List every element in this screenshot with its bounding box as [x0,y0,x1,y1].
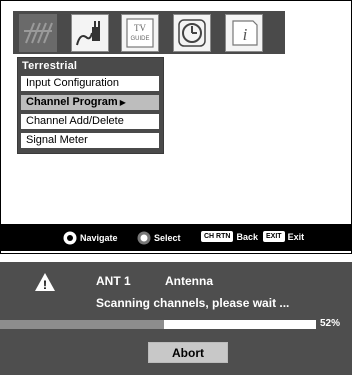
menu-item-label: Signal Meter [26,134,88,146]
select-hint: Select [137,231,181,245]
menu-icon-bar: TV GUIDE i [13,11,285,54]
scan-progress-bar [0,320,316,329]
menu-item-label: Input Configuration [26,77,119,89]
abort-button[interactable]: Abort [148,342,228,363]
menu-item-input-configuration[interactable]: Input Configuration [21,76,159,91]
select-button-icon [137,231,151,245]
svg-text:!: ! [43,278,47,292]
clock-icon[interactable] [173,14,211,52]
svg-text:i: i [243,25,248,44]
menu-item-channel-program[interactable]: Channel Program ▶ [21,95,159,110]
channel-scan-dialog: ! ANT 1 Antenna Scanning channels, pleas… [0,262,352,375]
info-icon[interactable]: i [225,14,263,52]
submenu-arrow-icon: ▶ [119,98,126,107]
menu-item-label: Channel Add/Delete [26,115,124,127]
input-name: ANT 1 [96,274,131,288]
menu-item-label: Channel Program [26,96,118,108]
input-type: Antenna [165,274,213,288]
menu-item-channel-add-delete[interactable]: Channel Add/Delete [21,114,159,129]
scan-progress-fill [0,320,165,329]
ch-rtn-key: CH RTN [201,231,234,243]
svg-text:TV: TV [134,23,146,33]
menu-window: TV GUIDE i Terrestrial Input Configurati… [0,0,352,254]
plug-icon[interactable] [71,14,109,52]
navigate-hint: Navigate [63,231,118,245]
menu-item-signal-meter[interactable]: Signal Meter [21,133,159,148]
terrestrial-menu-panel: Terrestrial Input Configuration Channel … [17,57,164,154]
antenna-icon[interactable] [19,14,57,52]
scan-status-message: Scanning channels, please wait ... [96,296,290,310]
scan-progress-percent: 52% [320,318,341,329]
navigation-hint-bar: Navigate Select CH RTN Back EXIT Exit [1,224,351,251]
menu-panel-title: Terrestrial [22,60,78,72]
tv-guide-icon[interactable]: TV GUIDE [121,14,159,52]
warning-icon: ! [35,273,55,292]
exit-key: EXIT [263,231,285,243]
navigate-dpad-icon [63,231,77,245]
svg-text:GUIDE: GUIDE [130,36,149,42]
back-hint: CH RTN Back [201,231,258,243]
exit-hint: EXIT Exit [263,231,304,243]
